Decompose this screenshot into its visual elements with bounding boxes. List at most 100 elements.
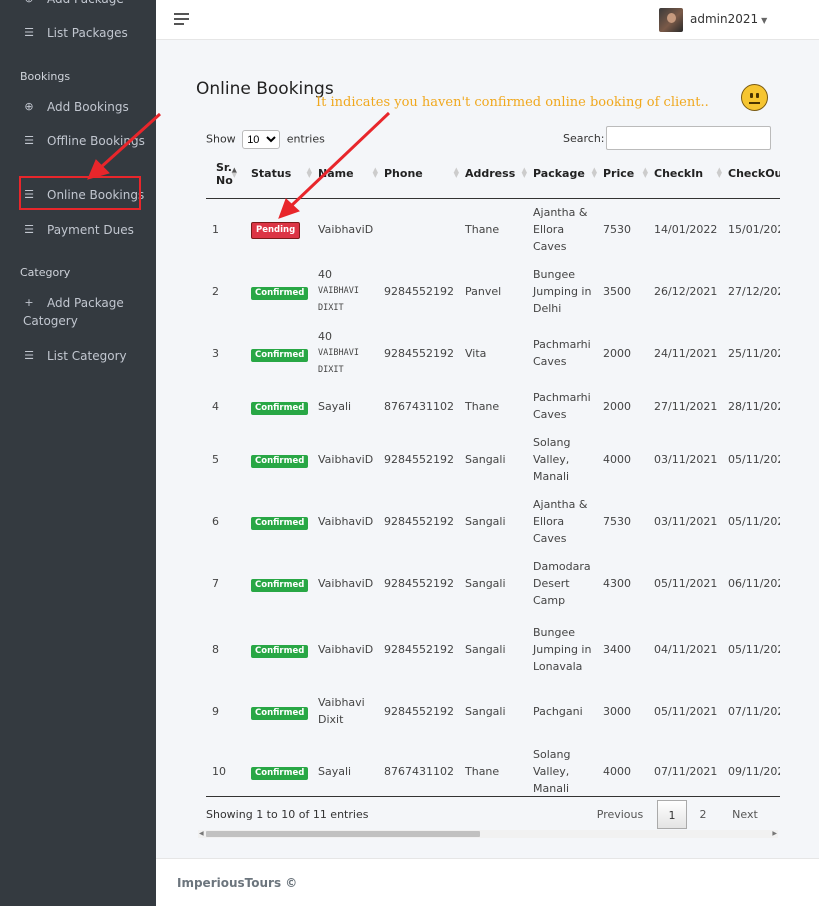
table-row[interactable]: 5 Confirmed VaibhaviD 9284552192 Sangali Sola…: [206, 428, 780, 490]
column-header-sr[interactable]: Sr. No ▲ ▼: [206, 150, 249, 199]
cell-checkout: 27/12/2021: [726, 260, 780, 322]
cell-checkout: 25/11/2021: [726, 322, 780, 384]
cell-sr: 5: [206, 428, 249, 490]
bookings-table: Sr. No ▲ ▼ Status ▲ ▼ Name ▲ ▼ Phone ▲ ▼ Address ▲ ▼ Pa…: [206, 150, 780, 797]
cell-text: 40 VAIBHAVI DIXIT: [318, 329, 359, 375]
table-row[interactable]: 8 Confirmed VaibhaviD 9284552192 Sangali Bung…: [206, 614, 780, 684]
page-size-select[interactable]: 10: [242, 130, 281, 149]
cell-text: 07/11/2021: [654, 764, 718, 778]
cell-name: Sayali: [316, 738, 382, 797]
column-header-address[interactable]: Address ▲ ▼: [463, 150, 531, 199]
page-1-button[interactable]: 1: [657, 800, 687, 829]
horizontal-scrollbar[interactable]: ◀ ▶: [198, 830, 778, 838]
previous-button[interactable]: Previous: [590, 800, 650, 829]
cell-name: VaibhaviD: [316, 552, 382, 614]
table-row[interactable]: 9 Confirmed Vaibhavi Dixit 9284552192 Sangal…: [206, 684, 780, 738]
table-row[interactable]: 3 Confirmed 40 VAIBHAVI DIXIT 9284552192 Vita P…: [206, 322, 780, 384]
cell-package: Ajantha & Ellora Caves: [531, 490, 601, 552]
column-header-label: Package: [533, 167, 585, 181]
cell-text: 7530: [603, 222, 631, 236]
page-2-button[interactable]: 2: [690, 800, 716, 829]
cell-status: Confirmed: [249, 738, 316, 797]
table-header-row: Sr. No ▲ ▼ Status ▲ ▼ Name ▲ ▼ Phone ▲ ▼ Address ▲ ▼ Pa…: [206, 150, 780, 199]
cell-text: 06/11/2021: [728, 576, 780, 590]
cell-name: VaibhaviD: [316, 428, 382, 490]
column-header-checkout[interactable]: CheckOut▲▼: [726, 150, 780, 199]
column-header-phone[interactable]: Phone ▲ ▼: [382, 150, 463, 199]
cell-text: 26/12/2021: [654, 284, 718, 298]
table-row[interactable]: 1 Pending VaibhaviD Thane Ajantha & Ellora C…: [206, 198, 780, 260]
avatar[interactable]: [659, 8, 683, 32]
cell-price: 3500: [601, 260, 652, 322]
cell-text: 24/11/2021: [654, 346, 718, 360]
cell-name: Sayali: [316, 384, 382, 428]
cell-text: Sangali: [465, 576, 506, 590]
sidebar-item-payment-dues[interactable]: ☰ Payment Dues: [0, 221, 156, 239]
cell-text: 2000: [603, 346, 631, 360]
cell-status: Confirmed: [249, 260, 316, 322]
sidebar-item-list-category[interactable]: ☰ List Category: [0, 347, 156, 365]
cell-name: VaibhaviD: [316, 198, 382, 260]
cell-package: Bungee Jumping in Delhi: [531, 260, 601, 322]
cell-text: 14/01/2022: [654, 222, 718, 236]
cell-text: 04/11/2021: [654, 642, 718, 656]
table-row[interactable]: 7 Confirmed VaibhaviD 9284552192 Sangali Damo…: [206, 552, 780, 614]
cell-sr: 10: [206, 738, 249, 797]
cell-text: 05/11/2021: [728, 452, 780, 466]
scrollbar-thumb[interactable]: [206, 831, 480, 837]
cell-text: 2: [212, 284, 219, 298]
cell-text: Panvel: [465, 284, 502, 298]
menu-toggle-icon[interactable]: [174, 13, 189, 25]
cell-checkout: 07/11/2021: [726, 684, 780, 738]
cell-text: 05/11/2021: [654, 576, 718, 590]
cell-text: 8767431102: [384, 399, 454, 413]
cell-sr: 1: [206, 198, 249, 260]
search-input[interactable]: [606, 126, 771, 150]
status-badge: Confirmed: [251, 516, 309, 530]
column-header-checkin[interactable]: CheckIn ▲ ▼: [652, 150, 726, 199]
search-label: Search:: [563, 132, 605, 145]
bookings-table-container: Sr. No ▲ ▼ Status ▲ ▼ Name ▲ ▼ Phone ▲ ▼ Address ▲ ▼ Pa…: [206, 150, 780, 797]
cell-text: 4000: [603, 452, 631, 466]
cell-text: Solang Valley, Manali: [533, 435, 571, 483]
table-row[interactable]: 6 Confirmed VaibhaviD 9284552192 Sangali Ajan…: [206, 490, 780, 552]
table-row[interactable]: 10 Confirmed Sayali 8767431102 Thane Solang V…: [206, 738, 780, 797]
sidebar-item-add-bookings[interactable]: ⊕ Add Bookings: [0, 98, 156, 116]
table-row[interactable]: 2 Confirmed 40 VAIBHAVI DIXIT 9284552192 Panve…: [206, 260, 780, 322]
status-badge: Confirmed: [251, 766, 309, 780]
cell-package: Solang Valley, Manali: [531, 738, 601, 797]
cell-text: 25/11/2021: [728, 346, 780, 360]
cell-text: 7530: [603, 514, 631, 528]
cell-checkout: 05/11/2021: [726, 428, 780, 490]
column-header-name[interactable]: Name ▲ ▼: [316, 150, 382, 199]
cell-text: Pachmarhi Caves: [533, 391, 591, 421]
cell-text: 3500: [603, 284, 631, 298]
status-badge: Confirmed: [251, 286, 309, 300]
next-button[interactable]: Next: [725, 800, 765, 829]
cell-sr: 4: [206, 384, 249, 428]
user-menu[interactable]: admin2021 ▼: [690, 12, 767, 26]
scroll-right-icon[interactable]: ▶: [772, 830, 777, 837]
cell-price: 3400: [601, 614, 652, 684]
status-badge: Pending: [251, 221, 301, 239]
sidebar-item-add-package[interactable]: ⊕ Add Package: [0, 0, 156, 8]
cell-text: 9284552192: [384, 452, 454, 466]
sidebar-item-add-package-category[interactable]: + Add Package Catogery: [0, 294, 156, 330]
cell-text: Vita: [465, 346, 487, 360]
column-header-price[interactable]: Price ▲ ▼: [601, 150, 652, 199]
table-row[interactable]: 4 Confirmed Sayali 8767431102 Thane Pachmarhi…: [206, 384, 780, 428]
sidebar-item-list-packages[interactable]: ☰ List Packages: [0, 24, 156, 42]
annotation-text: It indicates you haven't confirmed onlin…: [316, 95, 709, 110]
column-header-package[interactable]: Package ▲ ▼: [531, 150, 601, 199]
cell-status: Confirmed: [249, 322, 316, 384]
cell-checkin: 24/11/2021: [652, 322, 726, 384]
sidebar-item-offline-bookings[interactable]: ☰ Offline Bookings: [0, 132, 156, 150]
cell-checkin: 03/11/2021: [652, 490, 726, 552]
cell-text: VaibhaviD: [318, 642, 374, 656]
cell-price: 4000: [601, 428, 652, 490]
cell-sr: 3: [206, 322, 249, 384]
cell-text: 9284552192: [384, 576, 454, 590]
column-header-status[interactable]: Status ▲ ▼: [249, 150, 316, 199]
scroll-left-icon[interactable]: ◀: [199, 830, 204, 837]
cell-phone: 9284552192: [382, 490, 463, 552]
